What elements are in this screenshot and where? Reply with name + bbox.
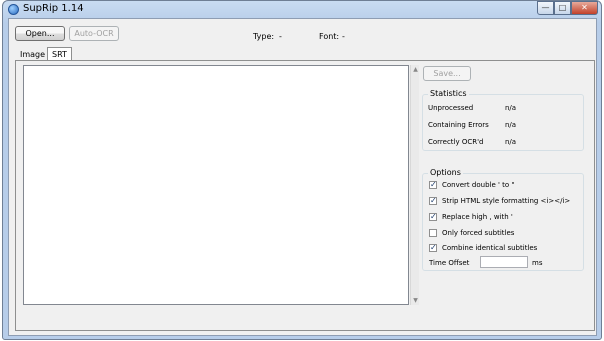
replace-high-comma-checkbox[interactable]: ✓ — [429, 213, 437, 221]
maximize-button[interactable]: □ — [554, 1, 571, 15]
client-area: Open... Auto-OCR Type: - Font: - Image S… — [8, 18, 597, 336]
font-label: Font: — [319, 32, 340, 41]
scroll-up-icon[interactable]: ▲ — [411, 65, 420, 74]
stat-errors-value: n/a — [505, 121, 517, 129]
srt-tab-panel: ▲ ▼ Save... Statistics Unprocessed n/a C… — [15, 60, 595, 331]
minimize-button[interactable]: — — [537, 1, 554, 15]
strip-html-label: Strip HTML style formatting <i></i> — [442, 197, 571, 205]
convert-quotes-label: Convert double ' to " — [442, 181, 515, 189]
minimize-icon: — — [541, 3, 550, 12]
convert-quotes-checkbox[interactable]: ✓ — [429, 181, 437, 189]
font-value: - — [342, 32, 345, 41]
statistics-title: Statistics — [428, 89, 469, 98]
time-offset-label: Time Offset — [429, 259, 470, 267]
open-button[interactable]: Open... — [15, 26, 65, 41]
stat-unprocessed-label: Unprocessed — [428, 104, 474, 112]
combine-identical-label: Combine identical subtitles — [442, 244, 538, 252]
stat-unprocessed-value: n/a — [505, 104, 517, 112]
close-icon: ✕ — [581, 3, 588, 12]
scroll-down-icon[interactable]: ▼ — [411, 296, 420, 305]
auto-ocr-button[interactable]: Auto-OCR — [69, 26, 119, 41]
srt-text-area[interactable] — [23, 65, 409, 305]
app-icon — [8, 4, 19, 15]
title-bar[interactable]: SupRip 1.14 — □ ✕ — [3, 1, 601, 18]
type-label: Type: — [253, 32, 275, 41]
vertical-scrollbar[interactable]: ▲ ▼ — [410, 65, 419, 305]
window-title: SupRip 1.14 — [23, 3, 84, 14]
only-forced-checkbox[interactable] — [429, 229, 437, 237]
only-forced-label: Only forced subtitles — [442, 229, 515, 237]
close-button[interactable]: ✕ — [571, 1, 598, 15]
combine-identical-checkbox[interactable]: ✓ — [429, 244, 437, 252]
options-group: Options ✓ Convert double ' to " ✓ Strip … — [422, 168, 584, 271]
tab-srt[interactable]: SRT — [47, 47, 72, 61]
time-offset-input[interactable] — [480, 256, 528, 268]
stat-correct-label: Correctly OCR'd — [428, 138, 484, 146]
stat-correct-value: n/a — [505, 138, 517, 146]
time-offset-unit: ms — [532, 259, 543, 267]
app-window: SupRip 1.14 — □ ✕ Open... Auto-OCR Type:… — [2, 0, 602, 340]
maximize-icon: □ — [558, 3, 567, 12]
statistics-group: Statistics Unprocessed n/a Containing Er… — [422, 89, 584, 151]
replace-high-comma-label: Replace high , with ' — [442, 213, 513, 221]
strip-html-checkbox[interactable]: ✓ — [429, 197, 437, 205]
options-title: Options — [428, 168, 463, 177]
type-value: - — [279, 32, 282, 41]
stat-errors-label: Containing Errors — [428, 121, 489, 129]
save-button[interactable]: Save... — [423, 66, 471, 81]
